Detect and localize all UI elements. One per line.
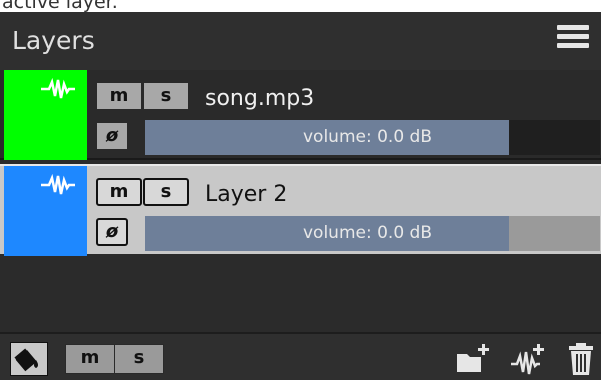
volume-slider[interactable]: volume: 0.0 dB [145,216,600,251]
panel-header: Layers [0,12,601,70]
layer-row[interactable]: m s song.mp3 ø volume: 0.0 dB [0,70,601,160]
volume-label: volume: 0.0 dB [302,127,432,147]
layer-row-selected[interactable]: m s Layer 2 ø volume: 0.0 dB [0,164,601,256]
panel-title: Layers [12,26,95,55]
new-audio-layer-icon[interactable] [510,342,546,376]
trash-icon[interactable] [566,342,596,376]
paint-bucket-icon[interactable] [10,342,48,376]
layers-panel: Layers m s song.mp3 ø volume: 0.0 dB m s… [0,12,601,380]
new-folder-icon[interactable] [454,342,490,376]
volume-label: volume: 0.0 dB [302,223,432,243]
layer-color-swatch[interactable] [4,70,87,160]
caption-fragment: active layer. [0,0,601,12]
mute-button[interactable]: m [96,82,142,110]
layer-color-swatch[interactable] [4,166,87,256]
waveform-icon [41,78,75,99]
layer-name[interactable]: song.mp3 [205,86,314,111]
waveform-icon [41,174,75,195]
solo-button[interactable]: s [143,82,189,110]
phase-invert-button[interactable]: ø [96,122,128,150]
layer-name[interactable]: Layer 2 [205,182,287,207]
layers-toolbar: m s [0,332,601,380]
footer-solo-button[interactable]: s [114,344,164,374]
footer-mute-button[interactable]: m [65,344,115,374]
phase-invert-button[interactable]: ø [96,218,128,246]
volume-slider[interactable]: volume: 0.0 dB [145,120,600,155]
mute-button[interactable]: m [96,178,142,206]
hamburger-menu-icon[interactable] [557,22,589,52]
solo-button[interactable]: s [143,178,189,206]
